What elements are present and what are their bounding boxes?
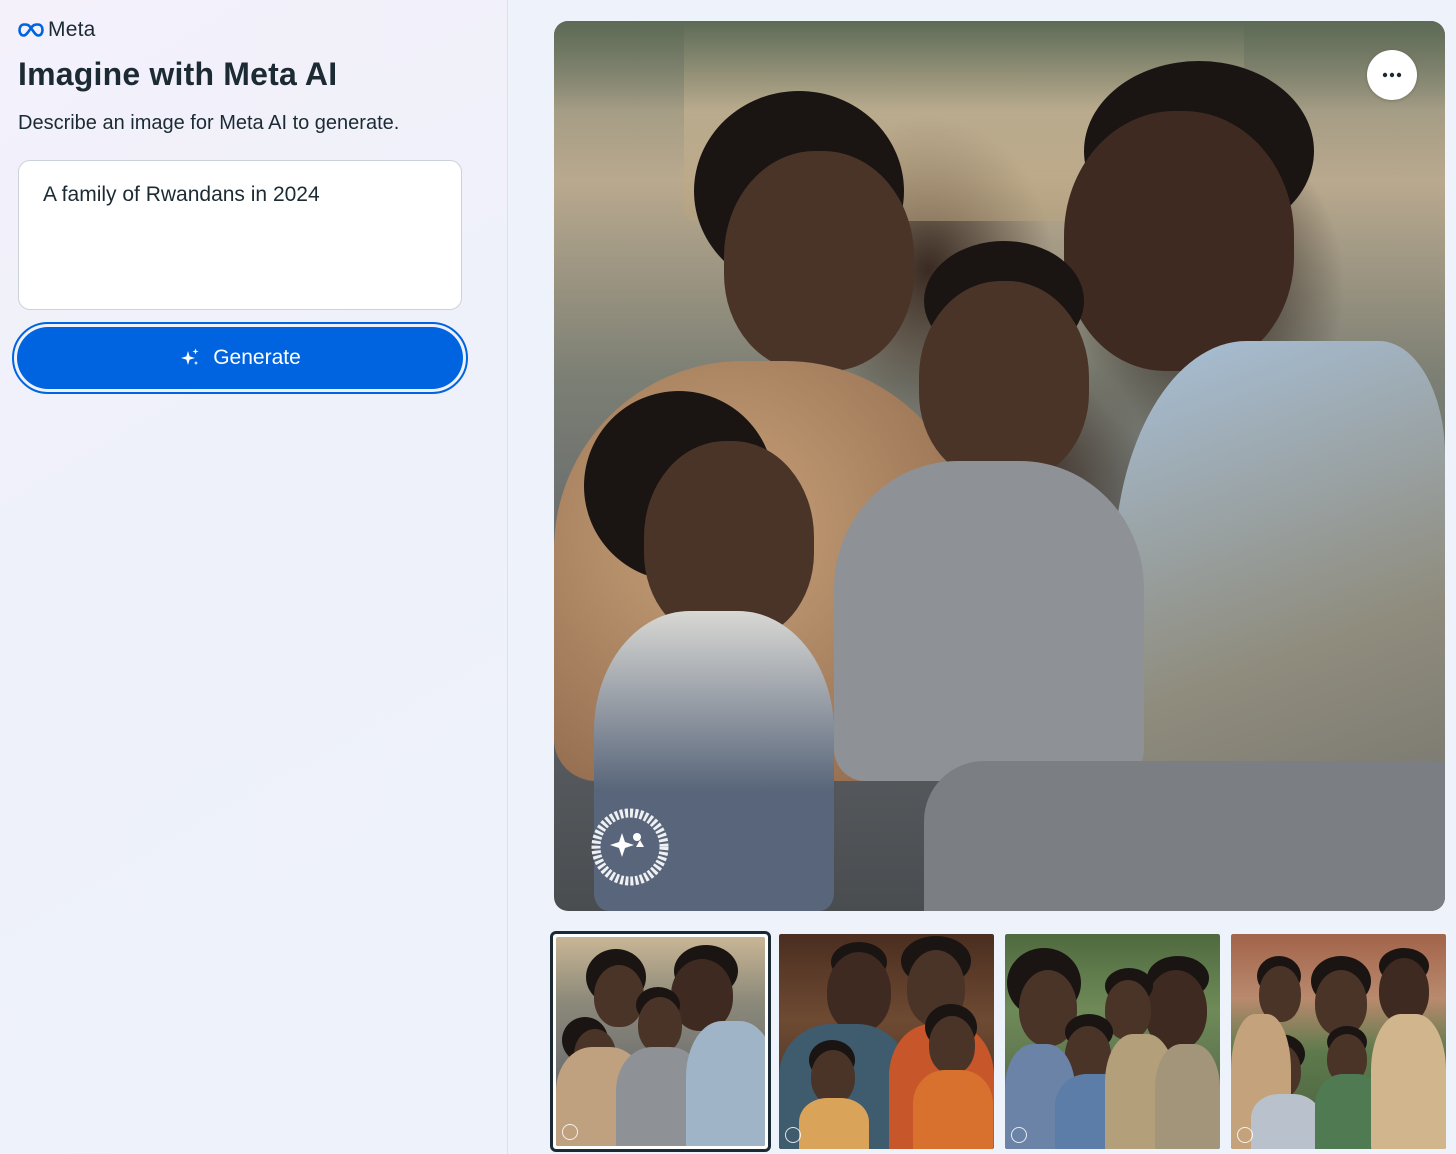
thumbnail-3-image xyxy=(1005,934,1220,1149)
image-figure-man-face xyxy=(1064,111,1294,371)
prompt-text[interactable]: A family of Rwandans in 2024 xyxy=(43,181,437,209)
thumbnail-2-image xyxy=(779,934,994,1149)
generate-button-label: Generate xyxy=(213,346,301,369)
thumbnail-1-image xyxy=(556,937,765,1146)
generate-button[interactable]: Generate xyxy=(17,327,463,389)
image-figure-child-center-face xyxy=(919,281,1089,481)
meta-brand[interactable]: Meta xyxy=(18,18,96,42)
image-figure-woman-face xyxy=(724,151,914,371)
generate-button-focus-ring: Generate xyxy=(12,322,468,394)
more-options-button[interactable] xyxy=(1367,50,1417,100)
thumbnail-4[interactable] xyxy=(1231,934,1446,1149)
imagine-app: Meta Imagine with Meta AI Describe an im… xyxy=(0,0,1456,1154)
thumbnail-1[interactable] xyxy=(550,931,771,1152)
page-title: Imagine with Meta AI xyxy=(18,56,338,92)
sparkle-icon xyxy=(181,348,199,365)
image-figure-man-trousers xyxy=(924,761,1445,911)
thumbnail-3[interactable] xyxy=(1005,934,1220,1149)
brand-name: Meta xyxy=(48,18,96,41)
image-figure-child-center-shirt xyxy=(834,461,1144,781)
more-horizontal-icon xyxy=(1382,72,1402,78)
generated-image-main[interactable] xyxy=(554,21,1445,911)
thumbnail-4-image xyxy=(1231,934,1446,1149)
page-subtitle: Describe an image for Meta AI to generat… xyxy=(18,112,400,134)
imagined-with-ai-watermark-icon xyxy=(591,808,669,886)
meta-infinity-logo-icon xyxy=(18,23,44,37)
image-background-trees xyxy=(554,21,1445,111)
prompt-panel: Meta Imagine with Meta AI Describe an im… xyxy=(0,0,508,1154)
prompt-input[interactable]: A family of Rwandans in 2024 xyxy=(18,160,462,310)
thumbnail-2[interactable] xyxy=(779,934,994,1149)
thumbnail-strip xyxy=(550,931,1446,1152)
